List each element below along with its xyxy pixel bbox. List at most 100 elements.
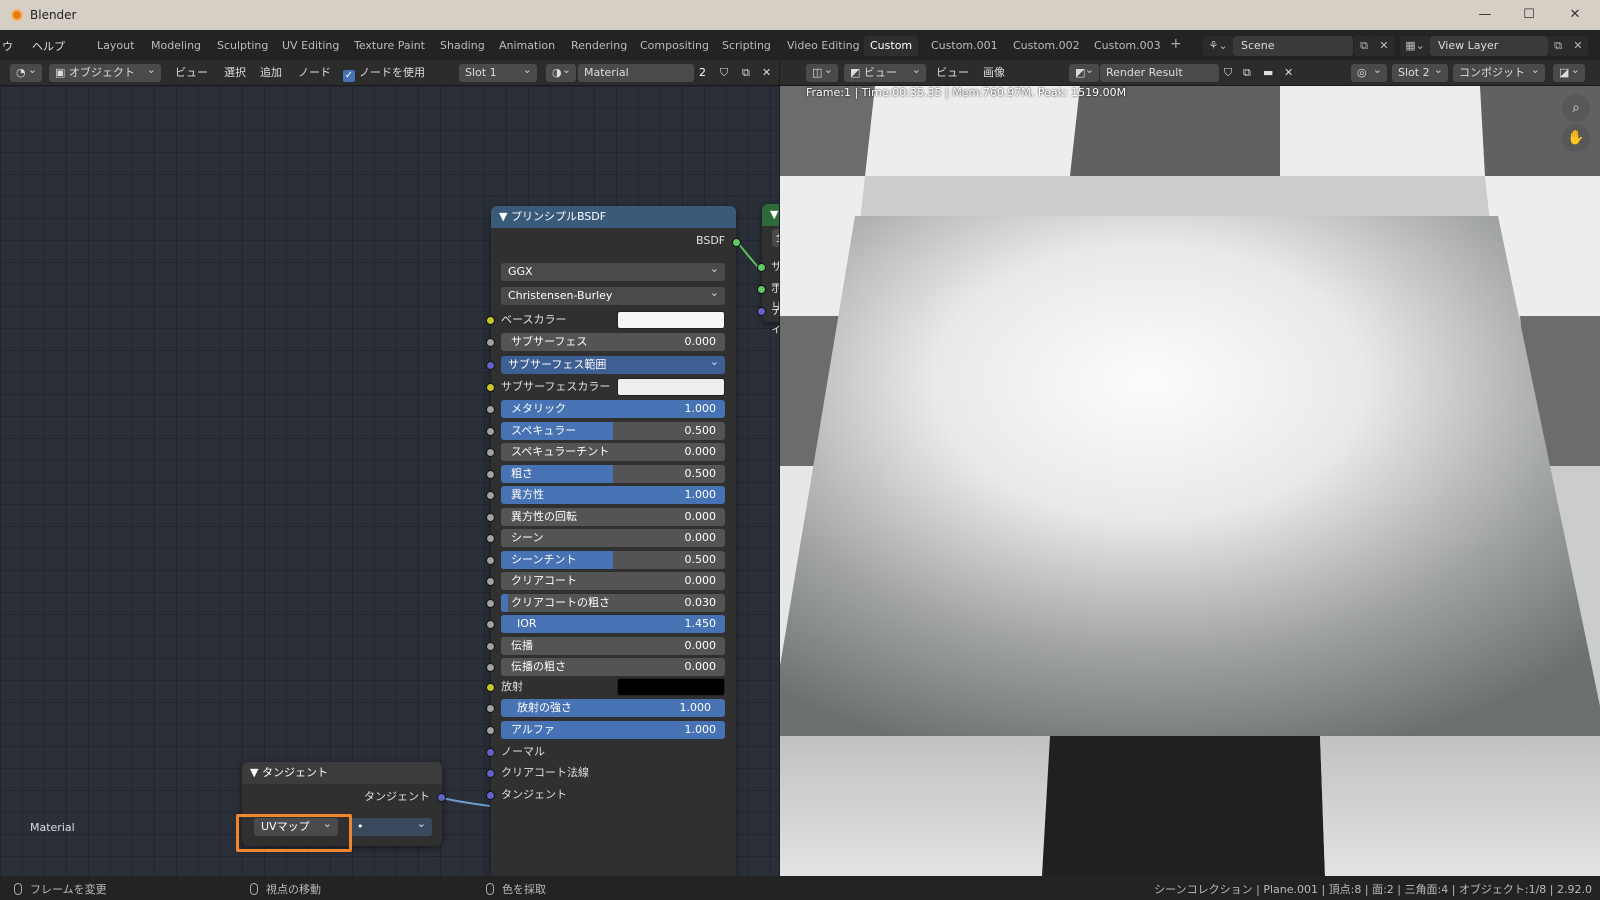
bsdf-field-socket[interactable] (486, 642, 495, 651)
add-workspace-button[interactable]: + (1170, 36, 1182, 52)
clearcoat-normal-socket[interactable] (486, 769, 495, 778)
base-color-socket[interactable] (486, 316, 495, 325)
viewport-gizmo-toggle-icon[interactable]: ◎ (1351, 61, 1387, 82)
image-fake-user-icon[interactable]: ⛉ (1224, 64, 1232, 82)
render-slot-dropdown[interactable]: Slot 2 (1392, 61, 1448, 82)
bsdf-field-socket[interactable] (486, 470, 495, 479)
unlink-material-icon[interactable]: ✕ (762, 64, 771, 82)
bsdf-field-slider[interactable]: シーン 0.000 (501, 529, 725, 547)
subsurface-socket[interactable] (486, 338, 495, 347)
menu-node[interactable]: ノード (298, 64, 331, 82)
pan-hand-icon[interactable]: ✋ (1562, 124, 1590, 152)
view-layer-selector-icon[interactable]: ▦⌄ (1400, 36, 1430, 56)
scene-name-field[interactable]: Scene (1233, 36, 1353, 56)
render-pass-dropdown[interactable]: コンポジット (1453, 61, 1545, 82)
bsdf-field-socket[interactable] (486, 491, 495, 500)
bsdf-field-slider[interactable]: シーンチント 0.500 (501, 551, 725, 569)
slot-dropdown[interactable]: Slot 1 (459, 61, 537, 82)
editor-type-icon[interactable]: ◔ (10, 61, 42, 82)
tangent-input-socket[interactable] (486, 791, 495, 800)
render-result-field[interactable]: Render Result (1100, 64, 1219, 82)
tangent-output-socket[interactable] (437, 793, 446, 802)
material-browse-icon[interactable]: ◑ (546, 61, 576, 82)
image-browse-icon[interactable]: ◩ (1069, 61, 1099, 82)
normal-socket[interactable] (486, 748, 495, 757)
duplicate-material-icon[interactable]: ⧉ (742, 64, 750, 82)
bsdf-field-socket[interactable] (486, 556, 495, 565)
subsurface-radius-dropdown[interactable]: サブサーフェス範囲 (501, 353, 725, 374)
material-name-field[interactable]: Material (578, 64, 694, 82)
subsurface-radius-socket[interactable] (486, 361, 495, 370)
bsdf-output-socket[interactable] (732, 238, 741, 247)
tab-texture-paint[interactable]: Texture Paint (348, 36, 431, 56)
tab-scripting[interactable]: Scripting (716, 36, 777, 56)
alpha-socket[interactable] (486, 726, 495, 735)
subsurface-color-swatch[interactable] (617, 378, 725, 396)
bsdf-field-socket[interactable] (486, 620, 495, 629)
emission-socket[interactable] (486, 683, 495, 692)
tab-custom-002[interactable]: Custom.002 (1007, 36, 1086, 56)
alpha-slider[interactable]: アルファ 1.000 (501, 721, 725, 739)
bsdf-field-slider[interactable]: 伝播の粗さ 0.000 (501, 658, 725, 676)
tab-rendering[interactable]: Rendering (565, 36, 633, 56)
maximize-button[interactable]: ☐ (1514, 4, 1544, 26)
bsdf-field-socket[interactable] (486, 427, 495, 436)
tab-sculpting[interactable]: Sculpting (211, 36, 274, 56)
displacement-input-socket[interactable] (757, 307, 766, 316)
menu-select[interactable]: 選択 (224, 64, 246, 82)
tab-compositing[interactable]: Compositing (634, 36, 715, 56)
menu-help[interactable]: ヘルプ (32, 38, 65, 54)
unlink-image-icon[interactable]: ✕ (1284, 64, 1293, 82)
tab-custom-001[interactable]: Custom.001 (925, 36, 1004, 56)
menu-window-partial[interactable]: ウ (2, 38, 13, 54)
output-target-dropdown[interactable]: 全 (772, 229, 779, 247)
use-nodes-toggle[interactable]: ✓ ノードを使用 (343, 64, 425, 82)
menu-view[interactable]: ビュー (175, 64, 208, 82)
scene-selector-icon[interactable]: ⚘⌄ (1203, 36, 1233, 56)
bsdf-field-socket[interactable] (486, 577, 495, 586)
distribution-dropdown[interactable]: GGX (501, 260, 725, 281)
open-image-folder-icon[interactable]: ▬ (1263, 64, 1273, 82)
tab-modeling[interactable]: Modeling (145, 36, 207, 56)
bsdf-node-header[interactable]: ▼ プリンシプルBSDF (491, 206, 736, 228)
tangent-node-header[interactable]: ▼ タンジェント (242, 762, 442, 784)
bsdf-field-slider[interactable]: クリアコートの粗さ 0.030 (501, 594, 725, 612)
remove-view-layer-icon[interactable]: ✕ (1568, 36, 1588, 56)
emission-color-swatch[interactable] (617, 678, 725, 696)
uv-map-field[interactable]: • (350, 815, 432, 836)
duplicate-image-icon[interactable]: ⧉ (1243, 64, 1251, 82)
node-editor-canvas[interactable]: ▼ プリンシプルBSDF BSDF GGX Christensen-Burley… (0, 86, 779, 876)
menu-add[interactable]: 追加 (260, 64, 282, 82)
bsdf-field-slider[interactable]: 粗さ 0.500 (501, 465, 725, 483)
bsdf-field-socket[interactable] (486, 599, 495, 608)
tab-custom-003[interactable]: Custom.003 (1088, 36, 1167, 56)
new-scene-icon[interactable]: ⧉ (1354, 36, 1374, 56)
display-channels-icon[interactable]: ◪ (1553, 61, 1585, 82)
base-color-swatch[interactable] (617, 311, 725, 329)
bsdf-field-socket[interactable] (486, 405, 495, 414)
remove-scene-icon[interactable]: ✕ (1374, 36, 1394, 56)
bsdf-field-socket[interactable] (486, 448, 495, 457)
tab-custom[interactable]: Custom (864, 36, 919, 56)
emission-strength-socket[interactable] (486, 704, 495, 713)
bsdf-field-slider[interactable]: 異方性の回転 0.000 (501, 508, 725, 526)
material-users-count[interactable]: 2 (699, 64, 713, 82)
tab-shading[interactable]: Shading (434, 36, 491, 56)
new-view-layer-icon[interactable]: ⧉ (1548, 36, 1568, 56)
bsdf-field-slider[interactable]: クリアコート 0.000 (501, 572, 725, 590)
bsdf-field-slider[interactable]: メタリック 1.000 (501, 400, 725, 418)
subsurface-color-socket[interactable] (486, 383, 495, 392)
bsdf-field-socket[interactable] (486, 534, 495, 543)
bsdf-field-slider[interactable]: スペキュラーチント 0.000 (501, 443, 725, 461)
tab-uv-editing[interactable]: UV Editing (276, 36, 345, 56)
image-editor-type-icon[interactable]: ◫ (806, 61, 838, 82)
menu-image[interactable]: 画像 (983, 64, 1005, 82)
close-window-button[interactable]: ✕ (1560, 4, 1590, 26)
bsdf-field-slider[interactable]: スペキュラー 0.500 (501, 422, 725, 440)
zoom-icon[interactable]: ⌕ (1562, 94, 1590, 122)
view-layer-name-field[interactable]: View Layer (1430, 36, 1548, 56)
menu-image-view[interactable]: ビュー (936, 64, 969, 82)
bsdf-field-slider[interactable]: 伝播 0.000 (501, 637, 725, 655)
tab-animation[interactable]: Animation (493, 36, 561, 56)
mode-dropdown[interactable]: ▣ オブジェクト (49, 61, 161, 82)
